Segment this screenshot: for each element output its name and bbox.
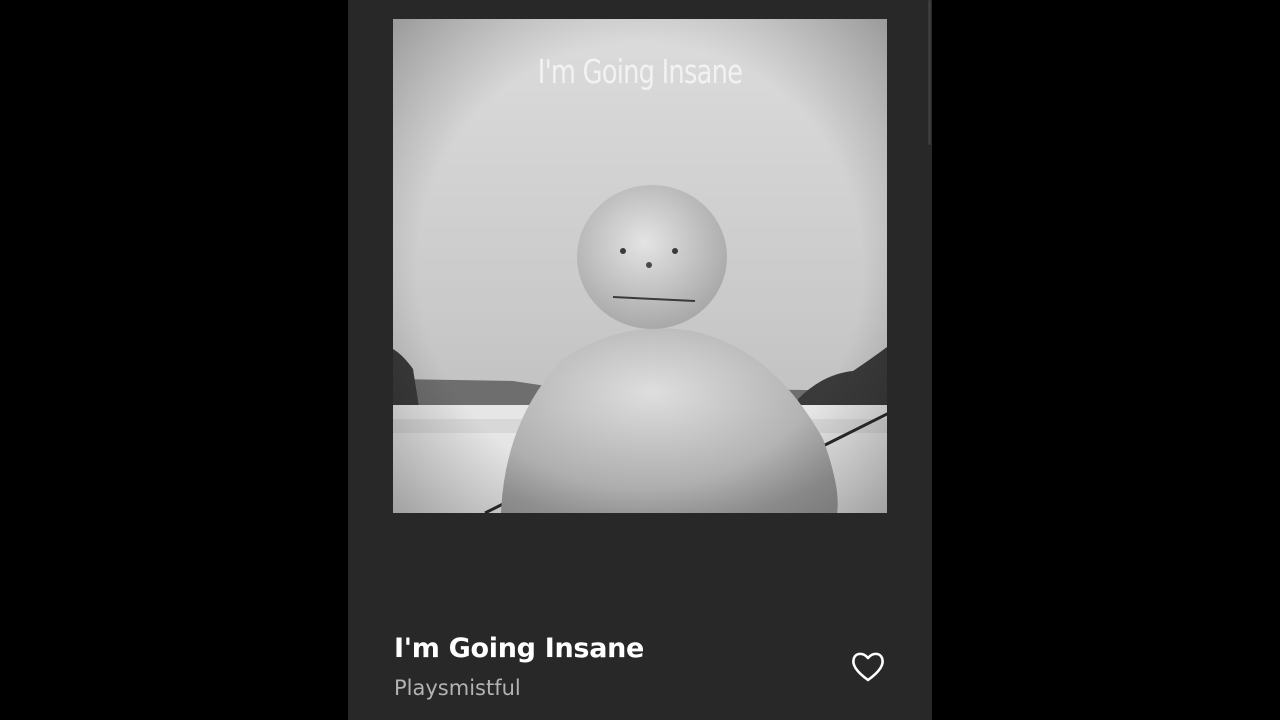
artist-name[interactable]: Playsmistful — [394, 676, 521, 700]
album-art-image — [393, 19, 887, 513]
like-button[interactable] — [848, 647, 888, 687]
now-playing-screen: I'm Going Insane I'm Going Insane Playsm… — [348, 0, 932, 720]
heart-outline-icon — [852, 652, 884, 682]
track-title[interactable]: I'm Going Insane — [394, 633, 644, 664]
scrollbar[interactable] — [928, 0, 931, 145]
artwork-overlay-title: I'm Going Insane — [537, 52, 743, 91]
video-frame: I'm Going Insane I'm Going Insane Playsm… — [0, 0, 1280, 720]
album-artwork: I'm Going Insane — [393, 19, 887, 513]
